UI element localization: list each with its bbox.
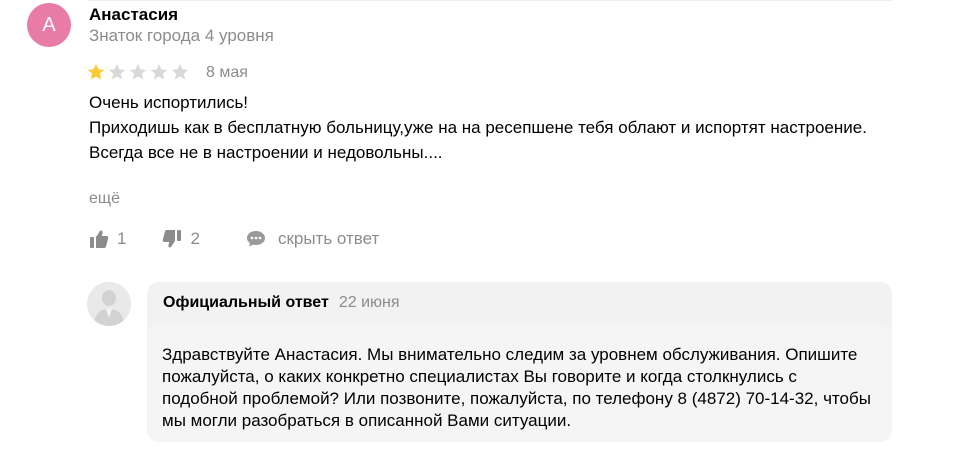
star-empty-icon bbox=[150, 64, 168, 80]
review-text: Очень испортились! Приходишь как в беспл… bbox=[89, 90, 869, 165]
divider bbox=[88, 0, 893, 1]
review-text-line: Приходишь как в бесплатную больницу,уже … bbox=[89, 118, 867, 137]
hide-reply-button[interactable]: скрыть ответ bbox=[246, 229, 379, 249]
rating-stars bbox=[87, 63, 189, 81]
dislike-button[interactable]: 2 bbox=[162, 229, 200, 249]
author-level: Знаток города 4 уровня bbox=[89, 26, 274, 45]
business-avatar bbox=[87, 282, 131, 326]
avatar-letter: А bbox=[42, 13, 56, 36]
star-empty-icon bbox=[108, 64, 126, 80]
dislike-count: 2 bbox=[190, 229, 200, 248]
reply-header: Официальный ответ 22 июня bbox=[163, 293, 400, 313]
author-name[interactable]: Анастасия bbox=[89, 4, 178, 26]
reply-text: Здравствуйте Анастасия. Мы внимательно с… bbox=[162, 345, 871, 430]
review-text-line: Очень испортились! bbox=[89, 93, 249, 112]
thumbs-down-icon bbox=[163, 230, 182, 248]
like-button[interactable]: 1 bbox=[89, 229, 126, 249]
reply-date: 22 июня bbox=[338, 294, 400, 311]
review-actions: 1 2 скрыть ответ bbox=[89, 227, 379, 251]
thumbs-up-icon bbox=[90, 230, 109, 248]
more-link[interactable]: ещё bbox=[89, 189, 120, 209]
review-page: А Анастасия Знаток города 4 уровня 8 мая… bbox=[0, 0, 969, 466]
review-text-line: Всегда все не в настроении и недовольны.… bbox=[89, 143, 443, 162]
star-empty-icon bbox=[171, 64, 189, 80]
hide-reply-label: скрыть ответ bbox=[277, 229, 380, 248]
official-reply: Официальный ответ 22 июня Здравствуйте А… bbox=[147, 282, 892, 442]
reply-body: Здравствуйте Анастасия. Мы внимательно с… bbox=[147, 325, 892, 442]
like-count: 1 bbox=[117, 229, 127, 248]
avatar[interactable]: А bbox=[27, 3, 71, 47]
star-empty-icon bbox=[129, 64, 147, 80]
business-person-icon bbox=[87, 282, 131, 326]
reply-title: Официальный ответ bbox=[163, 294, 329, 311]
star-filled-icon bbox=[87, 64, 105, 80]
review-date: 8 мая bbox=[206, 64, 248, 81]
comment-icon bbox=[246, 231, 265, 247]
